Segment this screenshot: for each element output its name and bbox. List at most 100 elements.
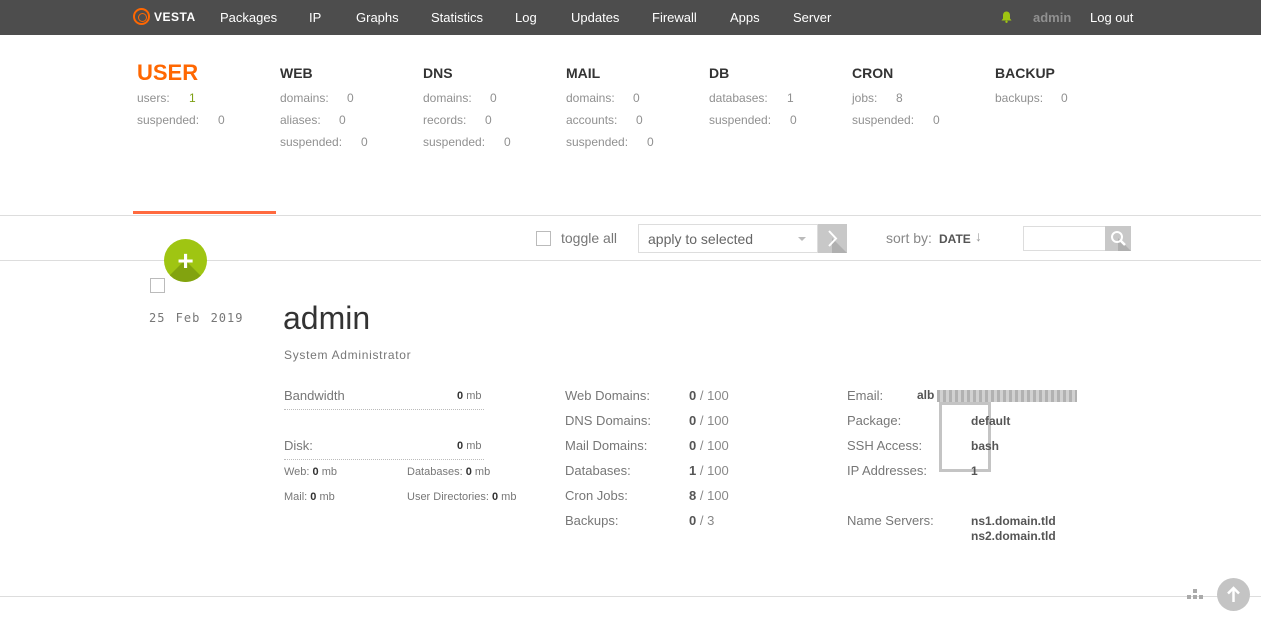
stat-row: suspended: 0	[709, 109, 797, 131]
limit-label: Web Domains:	[565, 388, 651, 403]
stat-value: 0	[361, 135, 368, 149]
arrow-up-icon	[1227, 586, 1240, 602]
nav-graphs[interactable]: Graphs	[356, 10, 399, 25]
stat-cron[interactable]: CRON jobs: 8 suspended: 0	[852, 64, 940, 131]
stat-backup-title[interactable]: BACKUP	[995, 65, 1055, 87]
nav-ip[interactable]: IP	[309, 10, 321, 25]
divider	[0, 215, 1261, 216]
search-button[interactable]	[1105, 226, 1131, 251]
stat-row: suspended: 0	[423, 131, 511, 153]
bell-icon[interactable]	[1001, 11, 1012, 23]
stat-label: databases:	[709, 91, 768, 105]
stat-row: records: 0	[423, 109, 492, 131]
limit-used: 1	[689, 463, 697, 478]
nav-updates[interactable]: Updates	[571, 10, 619, 25]
disk-databases-label: Databases:	[407, 466, 463, 478]
vesta-logo[interactable]: VESTA	[133, 8, 196, 25]
stat-label: domains:	[423, 91, 472, 105]
stat-label: aliases:	[280, 113, 321, 127]
nav-username[interactable]: admin	[1033, 10, 1071, 25]
stat-web[interactable]: WEB domains: 0 aliases: 0 suspended: 0	[280, 64, 368, 153]
limit-value: 8 / 100	[689, 488, 729, 503]
stat-label: accounts:	[566, 113, 618, 127]
bulk-action-select[interactable]: apply to selected	[638, 224, 818, 253]
ns2-value: ns2.domain.tld	[971, 529, 1056, 543]
stat-label: suspended:	[423, 135, 486, 149]
nav-apps[interactable]: Apps	[730, 10, 760, 25]
stat-dns-title[interactable]: DNS	[423, 65, 485, 87]
stat-value: 0	[485, 113, 492, 127]
limit-value: 0 / 100	[689, 438, 729, 453]
disk-bar	[284, 459, 484, 460]
stat-label: suspended:	[709, 113, 772, 127]
disk-databases-unit: mb	[474, 466, 491, 478]
stat-row: domains: 0	[423, 87, 497, 109]
limit-max: 3	[707, 513, 715, 528]
add-user-button[interactable]: +	[164, 239, 207, 282]
nav-firewall[interactable]: Firewall	[652, 10, 697, 25]
apply-button[interactable]	[818, 224, 847, 253]
record-username[interactable]: admin	[283, 300, 370, 337]
stat-value: 0	[339, 113, 346, 127]
ns1-value: ns1.domain.tld	[971, 514, 1056, 528]
stat-value: 0	[504, 135, 511, 149]
limit-value: 0 / 100	[689, 413, 729, 428]
stat-dns[interactable]: DNS domains: 0 records: 0 suspended: 0	[423, 64, 511, 153]
stat-mail[interactable]: MAIL domains: 0 accounts: 0 suspended: 0	[566, 64, 654, 153]
limit-label: DNS Domains:	[565, 413, 651, 428]
disk-databases: Databases: 0 mb	[407, 466, 490, 478]
disk-web-unit: mb	[321, 466, 338, 478]
stat-value: 0	[933, 113, 940, 127]
package-label: Package:	[847, 413, 902, 428]
ip-label: IP Addresses:	[847, 463, 927, 478]
nav-statistics[interactable]: Statistics	[431, 10, 483, 25]
disk-user-dirs-value: 0	[491, 491, 499, 503]
disk-mail: Mail: 0 mb	[284, 491, 335, 503]
top-navbar: VESTA Packages IP Graphs Statistics Log …	[0, 0, 1261, 35]
nav-server[interactable]: Server	[793, 10, 831, 25]
limit-value: 0 / 100	[689, 388, 729, 403]
divider	[0, 596, 1261, 597]
bandwidth-amount: 0	[457, 390, 464, 402]
ns-label: Name Servers:	[847, 513, 934, 528]
stat-backup[interactable]: BACKUP backups: 0	[995, 64, 1068, 109]
toggle-all-checkbox[interactable]	[536, 231, 551, 246]
stat-label: backups:	[995, 91, 1044, 105]
stat-mail-title[interactable]: MAIL	[566, 65, 628, 87]
grid-dots-icon[interactable]	[1187, 589, 1203, 601]
stat-db[interactable]: DB databases: 1 suspended: 0	[709, 64, 797, 131]
logout-link[interactable]: Log out	[1090, 10, 1133, 25]
limit-label: Backups:	[565, 513, 619, 528]
stat-row: accounts: 0	[566, 109, 643, 131]
stat-value: 0	[647, 135, 654, 149]
stat-value: 1	[189, 91, 196, 105]
stat-user[interactable]: USER users: 1 suspended: 0	[137, 60, 225, 131]
nav-log[interactable]: Log	[515, 10, 537, 25]
ssh-value: bash	[971, 439, 1000, 453]
stat-web-title[interactable]: WEB	[280, 65, 342, 87]
stat-row: domains: 0	[566, 87, 640, 109]
disk-databases-value: 0	[465, 466, 472, 478]
email-value: alb	[917, 388, 935, 402]
stat-label: records:	[423, 113, 467, 127]
bandwidth-label: Bandwidth	[284, 388, 345, 403]
scroll-to-top-button[interactable]	[1217, 578, 1250, 611]
ssh-label: SSH Access:	[847, 438, 923, 453]
stat-cron-title[interactable]: CRON	[852, 65, 914, 87]
sort-by-date[interactable]: DATE	[939, 232, 971, 246]
record-role: System Administrator	[284, 348, 412, 362]
ip-value: 1	[971, 464, 978, 478]
disk-mail-value: 0	[310, 491, 317, 503]
stat-user-title[interactable]: USER	[137, 60, 199, 87]
toggle-all-label[interactable]: toggle all	[561, 230, 617, 246]
disk-user-dirs-label: User Directories:	[407, 491, 489, 503]
search-input[interactable]	[1023, 226, 1106, 251]
stat-row: jobs: 8	[852, 87, 914, 109]
row-checkbox[interactable]	[150, 278, 165, 293]
disk-web-label: Web:	[284, 466, 310, 478]
stat-db-title[interactable]: DB	[709, 65, 771, 87]
stat-row: suspended: 0	[566, 131, 654, 153]
stat-label: suspended:	[852, 113, 915, 127]
nav-packages[interactable]: Packages	[220, 10, 277, 25]
sort-arrow-icon[interactable]: ↓	[975, 228, 982, 244]
